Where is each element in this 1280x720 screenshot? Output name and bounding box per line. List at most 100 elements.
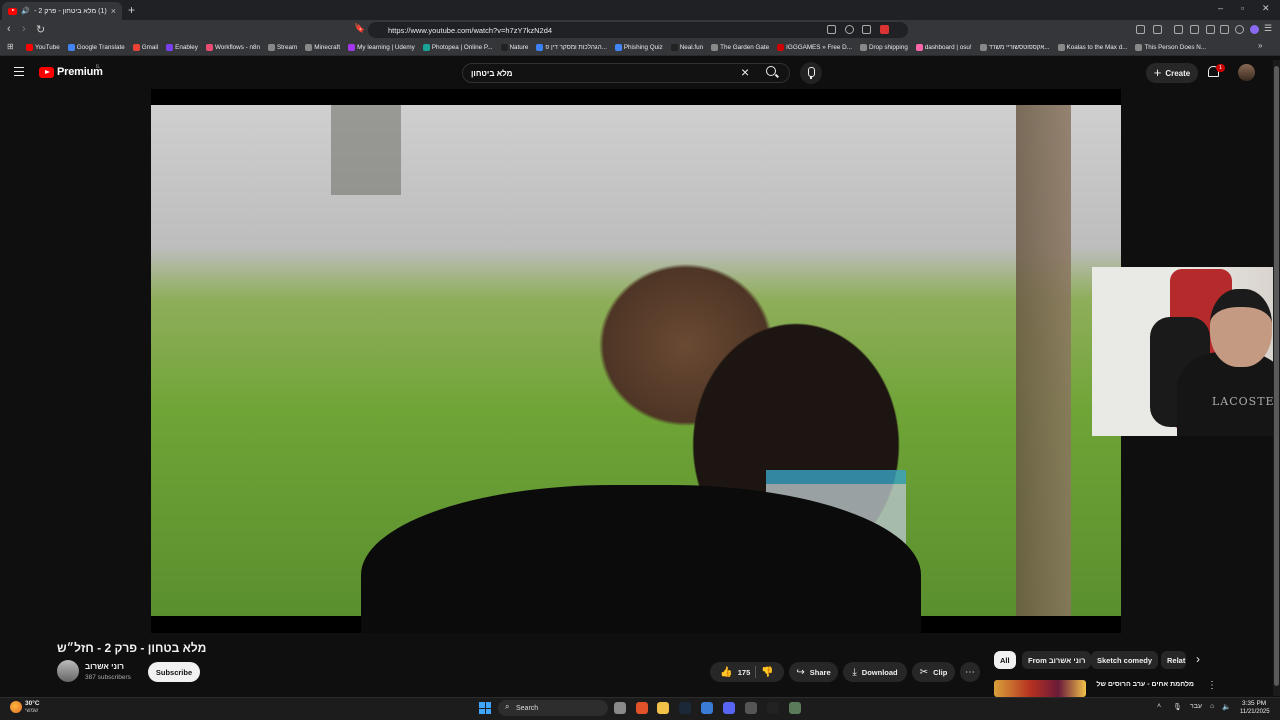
bookmark-item[interactable]: Workflows - n8n: [205, 44, 260, 51]
menu-icon[interactable]: ☰: [1264, 23, 1272, 34]
microphone-icon[interactable]: 🎙: [1173, 703, 1182, 711]
puzzle-icon[interactable]: [1220, 25, 1229, 34]
bookmark-item[interactable]: IGGGAMES » Free D...: [777, 44, 852, 51]
bookmark-item[interactable]: YouTube: [26, 44, 60, 51]
youtube-premium-logo[interactable]: Premium: [39, 66, 103, 78]
channel-name[interactable]: רוני אשרוב: [85, 662, 124, 671]
channel-avatar[interactable]: [57, 660, 79, 682]
input-language[interactable]: עבר: [1190, 703, 1202, 710]
recommended-thumbnail[interactable]: [994, 680, 1086, 697]
bookmark-item[interactable]: Stream: [267, 44, 297, 51]
maximize-icon[interactable]: ▫: [1241, 3, 1244, 13]
discord-icon[interactable]: [723, 702, 735, 714]
reload-icon[interactable]: ↻: [36, 23, 45, 36]
clear-search-icon[interactable]: ×: [741, 64, 749, 80]
chip-all[interactable]: All: [994, 651, 1016, 669]
share-button[interactable]: ↪ Share: [789, 662, 838, 682]
brave-shield-icon[interactable]: [880, 25, 889, 34]
recommended-title[interactable]: מלחמת אחים - ערב הרוסים של: [1090, 681, 1194, 688]
bookmark-item[interactable]: dashboard | osu!: [915, 44, 972, 51]
bookmark-item[interactable]: אקספוטסשוריי משרד...: [979, 44, 1050, 51]
video-player[interactable]: [151, 89, 1121, 633]
weather-sun-icon[interactable]: [10, 701, 22, 713]
thumbs-up-icon[interactable]: 👍: [720, 667, 732, 678]
download-button[interactable]: ⤓ Download: [843, 662, 907, 682]
file-explorer-icon[interactable]: [657, 702, 669, 714]
apps-grid-icon[interactable]: ⊞: [7, 42, 14, 51]
speaker-icon[interactable]: 🔊: [21, 7, 30, 15]
screenshot-icon[interactable]: [1153, 25, 1162, 34]
bookmark-item[interactable]: This Person Does N...: [1135, 44, 1206, 51]
bookmark-favicon-icon: [614, 44, 622, 51]
bookmark-item[interactable]: The Garden Gate: [711, 44, 769, 51]
steam-icon[interactable]: [679, 702, 691, 714]
scrollbar-thumb[interactable]: [1274, 66, 1279, 686]
clock-time[interactable]: 3:35 PM: [1242, 700, 1266, 707]
bookmark-item[interactable]: הגהלכות ומסקר דין פ...: [536, 44, 607, 51]
copilot-icon[interactable]: [701, 702, 713, 714]
taskbar-search[interactable]: Search: [498, 700, 608, 716]
forward-icon[interactable]: ›: [22, 23, 26, 35]
new-tab-icon[interactable]: +: [128, 3, 135, 17]
leo-ai-icon[interactable]: [1250, 25, 1259, 34]
clip-button[interactable]: ✂ Clip: [912, 662, 955, 682]
close-tab-icon[interactable]: ×: [111, 6, 116, 16]
start-windows-icon[interactable]: [479, 702, 491, 714]
bookmark-item[interactable]: Photopea | Online P...: [422, 44, 493, 51]
media-icon[interactable]: [1174, 25, 1183, 34]
minimize-icon[interactable]: –: [1218, 3, 1223, 13]
chip-sketch-comedy[interactable]: Sketch comedy: [1091, 651, 1159, 669]
bookmark-item[interactable]: Koalas to the Max d...: [1057, 44, 1127, 51]
bookmark-item[interactable]: Minecraft: [305, 44, 340, 51]
extensions-icon[interactable]: [1136, 25, 1145, 34]
tray-overflow-icon[interactable]: ˄: [1157, 703, 1161, 710]
video-background-door: [331, 105, 401, 195]
subscribe-button[interactable]: Subscribe: [148, 662, 200, 682]
create-button[interactable]: + Create: [1146, 63, 1198, 83]
page-scrollbar[interactable]: [1273, 60, 1280, 696]
brave-browser-icon[interactable]: [636, 702, 648, 714]
weather-temperature[interactable]: 30°C: [25, 700, 40, 707]
clock-date[interactable]: 11/21/2025: [1240, 709, 1270, 715]
bookmark-item[interactable]: Nature: [500, 44, 528, 51]
bookmark-item[interactable]: Drop shipping: [859, 44, 908, 51]
sidebar-toggle-icon[interactable]: [1190, 25, 1199, 34]
window-close-icon[interactable]: ✕: [1262, 3, 1270, 14]
browser-tab-active[interactable]: 🔊 (1) מלא ביטחון - פרק 2 - חזל״ ×: [2, 2, 122, 20]
more-vertical-icon[interactable]: ⋮: [1207, 680, 1217, 691]
capcut-icon[interactable]: [767, 702, 779, 714]
volume-icon[interactable]: 🔈: [1222, 703, 1231, 711]
weather-description: שמשי: [25, 708, 39, 714]
share-page-icon[interactable]: [862, 25, 871, 34]
bookmark-item[interactable]: My learning | Udemy: [348, 44, 415, 51]
chip-related[interactable]: Relat: [1161, 651, 1186, 669]
wallet-icon[interactable]: [1206, 25, 1215, 34]
bookmark-favicon-icon: [536, 44, 544, 51]
youtube-logo-icon: [39, 66, 54, 78]
vpn-icon[interactable]: [1235, 25, 1244, 34]
bookmark-icon[interactable]: 🔖: [354, 23, 365, 34]
bookmark-item[interactable]: Phishing Quiz: [614, 44, 663, 51]
zoom-icon[interactable]: [845, 25, 854, 34]
bookmarks-overflow-icon[interactable]: »: [1258, 41, 1262, 50]
download-icon: ⤓: [852, 666, 857, 678]
bookmark-item[interactable]: Enabley: [166, 44, 198, 51]
chevron-right-icon[interactable]: ›: [1196, 652, 1200, 666]
like-count[interactable]: 175: [738, 668, 751, 677]
bookmark-item[interactable]: Google Translate: [67, 44, 125, 51]
back-icon[interactable]: ‹: [7, 23, 11, 35]
guide-menu-icon[interactable]: [14, 67, 24, 76]
minecraft-icon[interactable]: [789, 702, 801, 714]
more-actions-button[interactable]: ⋯: [960, 662, 980, 682]
account-avatar[interactable]: [1238, 64, 1255, 81]
bookmark-item[interactable]: Neal.fun: [670, 44, 704, 51]
bookmark-item[interactable]: Gmail: [132, 44, 158, 51]
chip-from-channel[interactable]: From רוני אשרוב: [1022, 651, 1092, 669]
bookmark-label: Neal.fun: [679, 44, 704, 51]
voice-search-icon[interactable]: [800, 62, 822, 84]
thumbs-down-icon[interactable]: 👎: [761, 667, 773, 678]
obs-icon[interactable]: [745, 702, 757, 714]
network-icon[interactable]: ⌂: [1210, 703, 1214, 710]
cast-icon[interactable]: [827, 25, 836, 34]
task-view-icon[interactable]: [614, 702, 626, 714]
